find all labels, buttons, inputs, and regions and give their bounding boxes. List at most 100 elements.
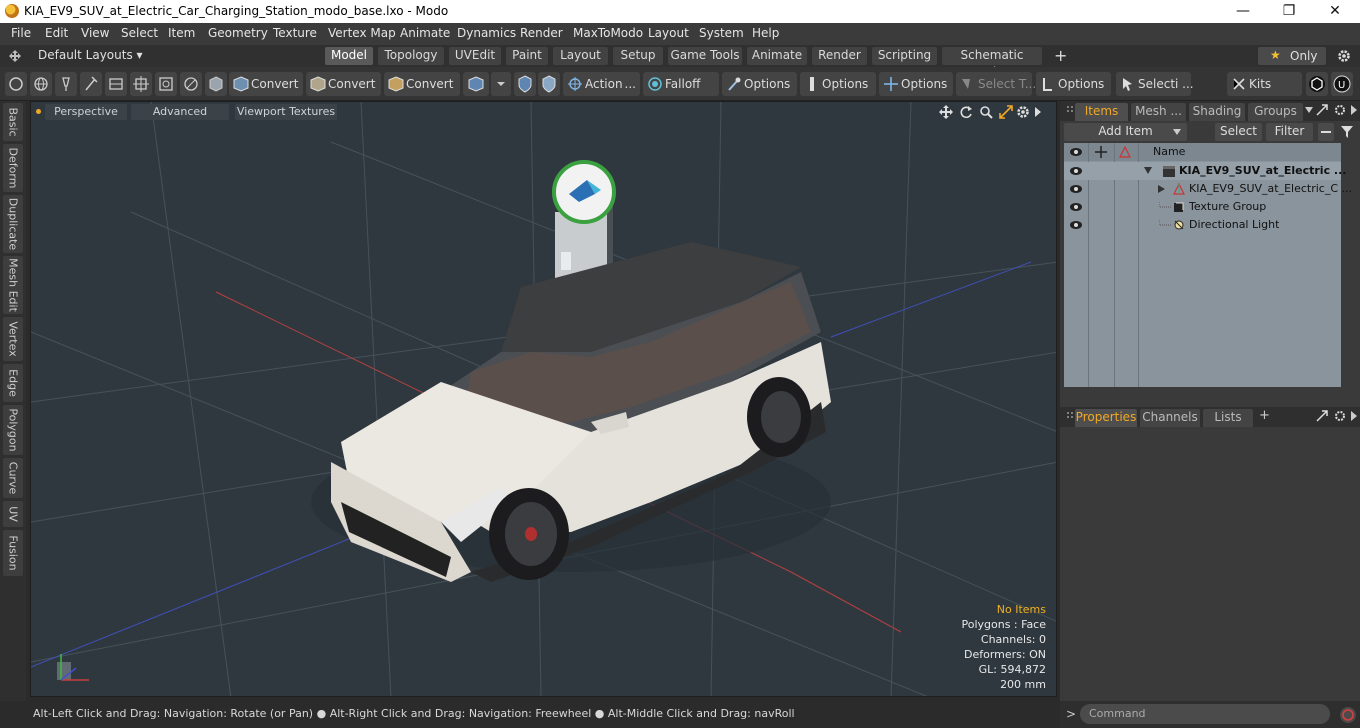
visibility-eye-icon[interactable] bbox=[1069, 201, 1083, 213]
viewport-arrow-right-icon[interactable] bbox=[1034, 107, 1042, 117]
grip-dots-icon[interactable] bbox=[1066, 411, 1074, 421]
globe-icon[interactable] bbox=[30, 72, 52, 96]
grip-dots-icon[interactable] bbox=[1066, 105, 1074, 115]
3d-viewport[interactable]: Perspective Advanced Viewport Textures N… bbox=[30, 101, 1057, 697]
snap-shield-icon[interactable] bbox=[514, 72, 536, 96]
chevron-down-icon[interactable] bbox=[491, 72, 511, 96]
menu-dynamics[interactable]: Dynamics bbox=[457, 26, 516, 40]
list-item[interactable]: KIA_EV9_SUV_at_Electric_C ... bbox=[1064, 180, 1352, 198]
falloff-options-button[interactable]: Options bbox=[722, 72, 797, 96]
fit-view-icon[interactable] bbox=[999, 105, 1013, 119]
list-item[interactable]: Directional Light bbox=[1064, 216, 1341, 234]
tab-dropdown-icon[interactable] bbox=[1305, 107, 1313, 113]
tab-model[interactable]: Model bbox=[325, 47, 373, 65]
tab-schematic-fusion[interactable]: Schematic Fusion bbox=[942, 47, 1042, 79]
cube-mode-icon[interactable] bbox=[463, 72, 489, 96]
visibility-eye-icon[interactable] bbox=[1069, 183, 1083, 195]
tab-render[interactable]: Render bbox=[812, 47, 867, 65]
tab-setup[interactable]: Setup bbox=[613, 47, 663, 65]
tab-lists[interactable]: Lists bbox=[1203, 409, 1253, 427]
vertex-select-icon[interactable] bbox=[5, 72, 27, 96]
menu-maxtomodo[interactable]: MaxToModo bbox=[573, 26, 643, 40]
polygon-select-icon[interactable] bbox=[130, 72, 152, 96]
edge-select-icon[interactable] bbox=[105, 72, 127, 96]
cube-icon[interactable] bbox=[205, 72, 227, 96]
tab-paint[interactable]: Paint bbox=[506, 47, 548, 65]
menu-item[interactable]: Item bbox=[168, 26, 195, 40]
minimize-button[interactable]: — bbox=[1220, 1, 1266, 22]
add-tab-button[interactable]: + bbox=[1054, 46, 1067, 65]
menu-animate[interactable]: Animate bbox=[400, 26, 450, 40]
expand-panel-icon[interactable] bbox=[1316, 104, 1328, 116]
menu-edit[interactable]: Edit bbox=[45, 26, 68, 40]
viewport-textures-button[interactable]: Viewport Textures bbox=[235, 104, 337, 120]
pen-tool-icon[interactable] bbox=[55, 72, 77, 96]
add-panel-tab-button[interactable]: + bbox=[1259, 408, 1270, 423]
vtab-fusion[interactable]: Fusion bbox=[3, 530, 23, 576]
tab-game-tools[interactable]: Game Tools bbox=[668, 47, 742, 65]
menu-layout[interactable]: Layout bbox=[648, 26, 689, 40]
selection-sets-button[interactable]: Selecti ... bbox=[1116, 72, 1194, 96]
menu-file[interactable]: File bbox=[11, 26, 31, 40]
unity-icon[interactable] bbox=[1306, 72, 1328, 96]
move-grip-icon[interactable] bbox=[9, 50, 21, 62]
vtab-basic[interactable]: Basic bbox=[3, 103, 23, 141]
menu-system[interactable]: System bbox=[699, 26, 744, 40]
material-select-icon[interactable] bbox=[180, 72, 202, 96]
close-button[interactable]: ✕ bbox=[1312, 1, 1358, 22]
maximize-button[interactable]: ❐ bbox=[1266, 1, 1312, 22]
tab-groups[interactable]: Groups bbox=[1248, 103, 1303, 121]
action-center-button[interactable]: Action ... bbox=[563, 72, 640, 96]
render-header-icon[interactable] bbox=[1119, 146, 1131, 158]
panel-gear-icon[interactable] bbox=[1334, 104, 1348, 116]
zoom-search-icon[interactable] bbox=[979, 105, 993, 119]
vtab-vertex[interactable]: Vertex bbox=[3, 317, 23, 361]
viewport-gear-icon[interactable] bbox=[1016, 105, 1030, 119]
options-button-2[interactable]: Options bbox=[800, 72, 876, 96]
menu-render[interactable]: Render bbox=[520, 26, 563, 40]
expand-arrow-icon[interactable] bbox=[1144, 167, 1152, 175]
visibility-eye-icon[interactable] bbox=[1069, 165, 1083, 177]
menu-vertex-map[interactable]: Vertex Map bbox=[328, 26, 396, 40]
tab-channels[interactable]: Channels bbox=[1140, 409, 1200, 427]
vtab-edge[interactable]: Edge bbox=[3, 364, 23, 402]
visibility-header-icon[interactable] bbox=[1069, 147, 1083, 157]
collapse-icon[interactable] bbox=[1318, 123, 1334, 141]
menu-view[interactable]: View bbox=[81, 26, 109, 40]
list-item[interactable]: Texture Group bbox=[1064, 198, 1341, 216]
tab-scripting[interactable]: Scripting bbox=[872, 47, 937, 65]
lock-header-icon[interactable] bbox=[1095, 146, 1107, 158]
perspective-button[interactable]: Perspective bbox=[45, 104, 127, 120]
options-button-4[interactable]: Options bbox=[1036, 72, 1111, 96]
tab-shading[interactable]: Shading bbox=[1189, 103, 1245, 121]
item-select-icon[interactable] bbox=[155, 72, 177, 96]
panel-gear-icon[interactable] bbox=[1334, 410, 1348, 422]
add-item-dropdown[interactable]: Add Item bbox=[1064, 123, 1187, 141]
vtab-curve[interactable]: Curve bbox=[3, 458, 23, 498]
vtab-deform[interactable]: Deform bbox=[3, 144, 23, 192]
pan-move-icon[interactable] bbox=[939, 105, 953, 119]
vtab-mesh-edit[interactable]: Mesh Edit bbox=[3, 256, 23, 314]
expand-panel-icon[interactable] bbox=[1316, 410, 1328, 422]
menu-texture[interactable]: Texture bbox=[273, 26, 317, 40]
tab-layout[interactable]: Layout bbox=[553, 47, 608, 65]
gear-icon[interactable] bbox=[1337, 49, 1351, 63]
vtab-polygon[interactable]: Polygon bbox=[3, 405, 23, 455]
vtab-uv[interactable]: UV bbox=[3, 501, 23, 527]
kits-button[interactable]: Kits bbox=[1227, 72, 1302, 96]
record-macro-icon[interactable] bbox=[1339, 706, 1357, 724]
default-layouts-dropdown[interactable]: Default Layouts ▾ bbox=[38, 48, 143, 62]
tab-properties[interactable]: Properties bbox=[1075, 409, 1137, 427]
tab-topology[interactable]: Topology bbox=[378, 47, 444, 65]
tab-uvedit[interactable]: UVEdit bbox=[449, 47, 501, 65]
select-button[interactable]: Select bbox=[1215, 123, 1262, 141]
select-through-button[interactable]: Select T... bbox=[956, 72, 1036, 96]
tab-animate[interactable]: Animate bbox=[747, 47, 807, 65]
convert-button-1[interactable]: Convert bbox=[229, 72, 303, 96]
convert-button-3[interactable]: Convert bbox=[384, 72, 460, 96]
falloff-button[interactable]: Falloff bbox=[643, 72, 719, 96]
vtab-duplicate[interactable]: Duplicate bbox=[3, 195, 23, 253]
unreal-icon[interactable]: U bbox=[1331, 72, 1353, 96]
tab-items[interactable]: Items bbox=[1075, 103, 1128, 121]
list-item[interactable]: KIA_EV9_SUV_at_Electric ... bbox=[1064, 162, 1346, 180]
